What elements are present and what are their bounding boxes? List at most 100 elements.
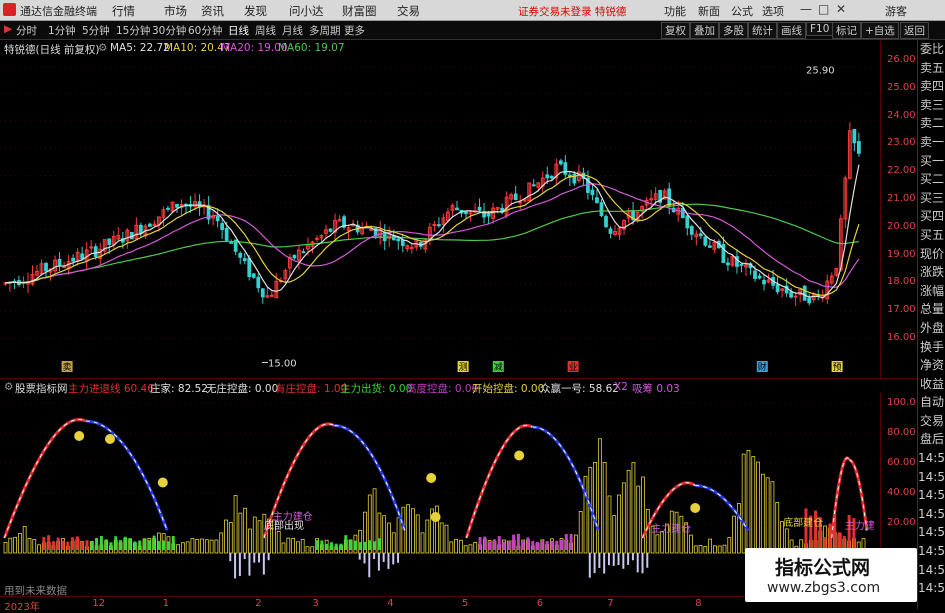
indicator-control-bar xyxy=(540,540,544,550)
price-tick: 19.00 xyxy=(887,248,916,260)
side-panel-item[interactable]: 买一 xyxy=(918,152,945,171)
indicator-volume-bar xyxy=(717,545,722,554)
side-panel-item[interactable]: 现价 xyxy=(918,245,945,264)
side-panel-item[interactable]: 换手 xyxy=(918,338,945,357)
menu-item-wealth[interactable]: 财富圈 xyxy=(342,3,377,19)
indicator-control-bar xyxy=(373,541,377,550)
multi-stock-button[interactable]: 多股 xyxy=(719,22,748,39)
side-panel-item[interactable]: 14:50 xyxy=(918,486,945,505)
side-panel-item[interactable]: 买五 xyxy=(918,226,945,245)
period-tab-60min[interactable]: 60分钟 xyxy=(188,23,222,38)
mark-button[interactable]: 标记 xyxy=(832,22,861,39)
period-tab-more[interactable]: 更多 xyxy=(344,23,365,38)
side-panel-item[interactable]: 买三 xyxy=(918,189,945,208)
period-tab-multi[interactable]: 多周期 xyxy=(309,23,341,38)
side-panel-item[interactable]: 卖二 xyxy=(918,114,945,133)
side-panel-item[interactable]: 委比 xyxy=(918,40,945,59)
statistics-button[interactable]: 统计 xyxy=(748,22,777,39)
side-panel-item[interactable]: 卖五 xyxy=(918,59,945,78)
indicator-control-bar xyxy=(804,508,808,550)
indicator-control-bar xyxy=(502,541,506,550)
indicator-control-bar xyxy=(497,536,501,550)
side-panel-item[interactable]: 14:50 xyxy=(918,579,945,598)
menu-item-quotes[interactable]: 行情 xyxy=(112,3,135,19)
indicator-control-bar xyxy=(560,539,564,550)
indicator-volume-bar xyxy=(228,522,233,554)
side-panel-item[interactable]: 买四 xyxy=(918,207,945,226)
menu-item-news[interactable]: 资讯 xyxy=(201,3,224,19)
ma5-value: MA5: 22.72 xyxy=(110,42,170,54)
close-icon[interactable]: ✕ xyxy=(836,2,846,16)
period-tab-timeshare[interactable]: 分时 xyxy=(16,23,37,38)
period-tab-weekly[interactable]: 周线 xyxy=(255,23,276,38)
side-panel-item[interactable]: 14:50 xyxy=(918,561,945,580)
side-panel-item[interactable]: 交易 xyxy=(918,412,945,431)
side-panel-item[interactable]: 外盘 xyxy=(918,319,945,338)
period-tab-daily[interactable]: 日线 xyxy=(228,23,249,38)
event-marker-label: 业 xyxy=(569,362,578,373)
indicator-control-bar xyxy=(109,542,113,550)
side-panel-item[interactable]: 卖三 xyxy=(918,96,945,115)
period-tab-5min[interactable]: 5分钟 xyxy=(82,23,110,38)
indicator-volume-bar xyxy=(387,522,391,554)
period-tab-monthly[interactable]: 月线 xyxy=(282,23,303,38)
side-panel-item[interactable]: 14:50 xyxy=(918,523,945,542)
indicator-settings-icon[interactable]: ⚙ xyxy=(4,381,13,393)
indicator-control-bar xyxy=(363,541,367,550)
restore-icon[interactable]: □ xyxy=(818,2,829,16)
menu-item-formula[interactable]: 公式 xyxy=(731,3,753,19)
period-toolbar-arrow-icon[interactable]: ▶ xyxy=(4,23,12,35)
menu-item-function[interactable]: 功能 xyxy=(664,3,686,19)
candle-body xyxy=(328,228,333,232)
side-panel-item[interactable]: 14:50 xyxy=(918,505,945,524)
event-marker-label: 减 xyxy=(494,361,503,373)
candle-body xyxy=(242,258,247,262)
back-button[interactable]: 返回 xyxy=(900,22,929,39)
menu-item-guest[interactable]: 游客 xyxy=(885,3,907,19)
period-tab-15min[interactable]: 15分钟 xyxy=(116,23,150,38)
menu-item-trade[interactable]: 交易 xyxy=(397,3,420,19)
side-panel-item[interactable]: 涨幅 xyxy=(918,282,945,301)
side-panel-item[interactable]: 买二 xyxy=(918,170,945,189)
side-panel-item[interactable]: 14:50 xyxy=(918,468,945,487)
indicator-control-bar xyxy=(526,537,530,550)
adjust-button[interactable]: 复权 xyxy=(661,22,690,39)
indicator-control-bar xyxy=(119,540,123,550)
side-panel-item[interactable]: 卖一 xyxy=(918,133,945,152)
side-panel-item[interactable]: 自动 xyxy=(918,393,945,412)
menu-item-ask[interactable]: 问小达 xyxy=(289,3,324,19)
f10-button[interactable]: F10 xyxy=(806,22,834,36)
menu-item-discover[interactable]: 发现 xyxy=(244,3,267,19)
indicator-volume-bar xyxy=(200,538,204,554)
period-tab-1min[interactable]: 1分钟 xyxy=(48,23,76,38)
candle-body xyxy=(563,162,568,175)
candle-body xyxy=(315,237,319,240)
side-panel-item[interactable]: 涨跌 xyxy=(918,263,945,282)
indicator-negative-bar xyxy=(617,553,620,566)
side-panel-item[interactable]: 收益 xyxy=(918,375,945,394)
price-axis: 26.00 25.00 24.00 23.00 22.00 21.00 20.00 19.00… xyxy=(880,40,917,378)
indicator-control-bar xyxy=(85,540,89,550)
side-panel-item[interactable]: 14:50 xyxy=(918,542,945,561)
indicator-negative-bar xyxy=(358,553,361,560)
indicator-volume-bar xyxy=(195,538,200,554)
time-tick: 5 xyxy=(462,598,469,609)
draw-line-button[interactable]: 画线 xyxy=(777,22,806,39)
minimize-icon[interactable]: — xyxy=(800,2,812,16)
side-panel-item[interactable]: 14:50 xyxy=(918,449,945,468)
candlestick-chart[interactable]: 25.90 15.00 卖 测 减 业 财 预 xyxy=(0,56,880,376)
menu-item-options[interactable]: 选项 xyxy=(762,3,784,19)
overlay-button[interactable]: 叠加 xyxy=(690,22,719,39)
settings-icon[interactable]: ⚙ xyxy=(98,42,107,54)
side-panel-item[interactable]: 卖四 xyxy=(918,77,945,96)
period-tab-30min[interactable]: 30分钟 xyxy=(152,23,186,38)
side-panel-item[interactable]: 盘后 xyxy=(918,430,945,449)
menu-item-new-page[interactable]: 新面 xyxy=(698,3,720,19)
login-warning[interactable]: 证券交易未登录 特锐德 xyxy=(518,4,626,19)
side-panel-item[interactable]: 净资 xyxy=(918,356,945,375)
indicator-control-bar xyxy=(114,536,118,550)
side-panel-item[interactable]: 总量 xyxy=(918,300,945,319)
add-favorite-button[interactable]: +自选 xyxy=(861,22,899,39)
menu-item-market[interactable]: 市场 xyxy=(164,3,187,19)
candle-body xyxy=(464,211,468,215)
